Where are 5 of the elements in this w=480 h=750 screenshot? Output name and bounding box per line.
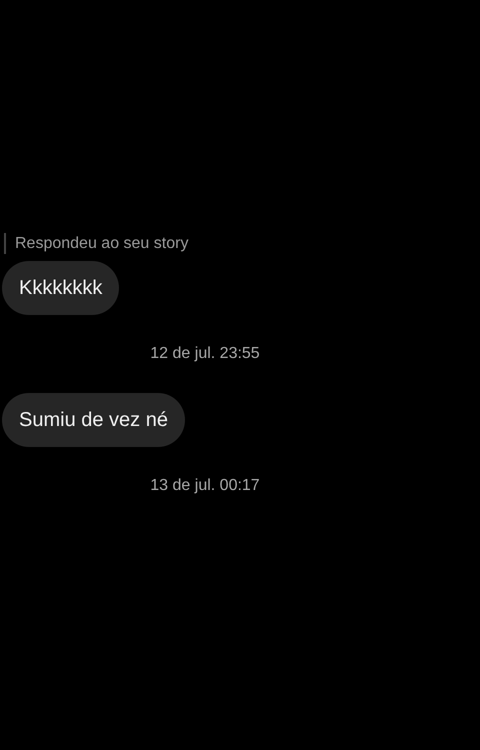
reply-label: Respondeu ao seu story (15, 234, 188, 252)
message-bubble: Kkkkkkkk (2, 261, 120, 315)
timestamp: 12 de jul. 23:55 (150, 345, 260, 363)
timestamp: 13 de jul. 00:17 (150, 477, 260, 495)
message-bubble: Sumiu de vez né (2, 393, 185, 447)
